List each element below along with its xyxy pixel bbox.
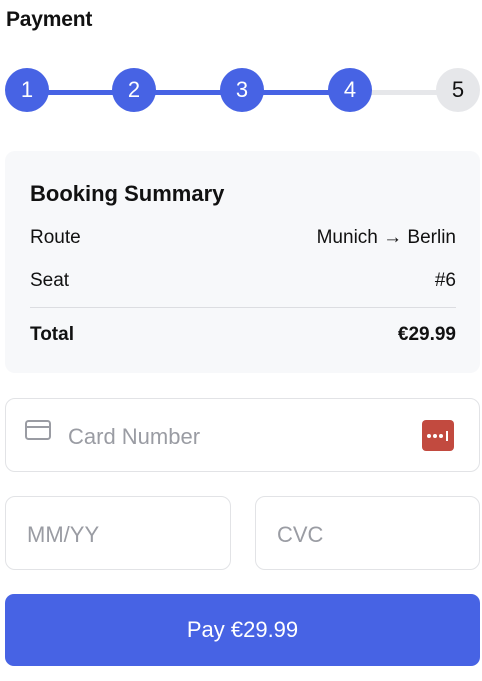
seat-label: Seat (30, 270, 70, 291)
total-label: Total (30, 324, 74, 345)
step-3: 3 (220, 68, 264, 112)
card-number-field[interactable] (5, 398, 480, 472)
step-3-label: 3 (235, 77, 249, 102)
step-4: 4 (328, 68, 372, 112)
step-5: 5 (436, 68, 480, 112)
total-value: €29.99 (397, 324, 456, 345)
cvc-input[interactable] (275, 519, 469, 551)
password-manager-icon[interactable] (422, 420, 454, 451)
cvc-field[interactable] (255, 496, 480, 570)
route-value: Munich → Berlin (316, 227, 456, 248)
step-4-label: 4 (343, 77, 357, 102)
pay-button[interactable]: Pay €29.99 (5, 594, 480, 666)
expiry-input[interactable] (25, 519, 219, 551)
summary-row-seat: Seat #6 (30, 270, 456, 292)
expiry-field[interactable] (5, 496, 231, 570)
credit-card-icon (25, 420, 51, 440)
card-number-input[interactable] (66, 421, 410, 453)
step-2-label: 2 (127, 77, 141, 102)
step-1-label: 1 (20, 77, 34, 102)
stepper-track-complete (27, 90, 353, 95)
route-label: Route (30, 227, 81, 248)
step-2: 2 (112, 68, 156, 112)
summary-row-total: Total €29.99 (30, 324, 456, 346)
page-title: Payment (6, 8, 93, 31)
seat-value: #6 (434, 270, 456, 291)
summary-divider (30, 307, 456, 308)
booking-summary-card: Booking Summary Route Munich → Berlin Se… (5, 151, 480, 373)
progress-stepper: 1 2 3 4 5 (5, 68, 480, 116)
summary-title: Booking Summary (30, 181, 225, 206)
step-1: 1 (5, 68, 49, 112)
step-5-label: 5 (451, 77, 465, 102)
summary-row-route: Route Munich → Berlin (30, 227, 456, 249)
